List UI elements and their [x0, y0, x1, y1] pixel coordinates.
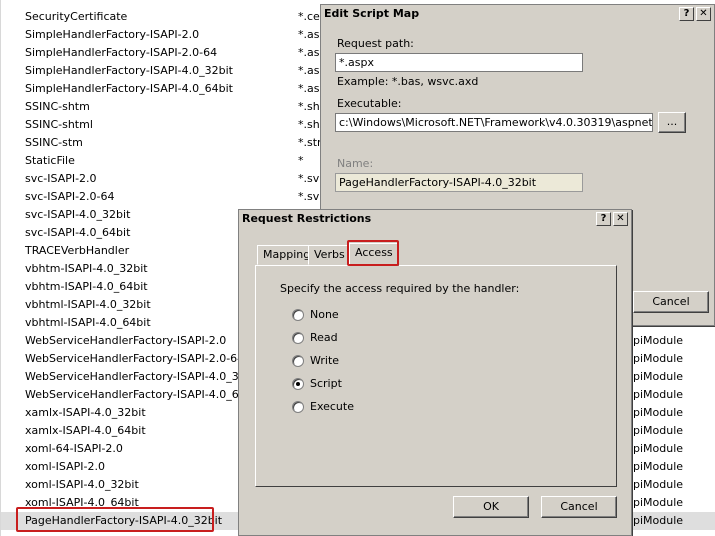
list-item-module: piModule [633, 370, 684, 383]
name-label: Name: [337, 157, 374, 170]
list-item-path: *.as [298, 82, 320, 95]
list-item-module: piModule [633, 406, 684, 419]
list-item-name: SimpleHandlerFactory-ISAPI-4.0_32bit [25, 64, 233, 77]
list-item-path: *.sh [298, 118, 320, 131]
request-path-input[interactable]: *.aspx [335, 53, 583, 72]
list-item-name: xamlx-ISAPI-4.0_32bit [25, 406, 146, 419]
list-item-name: svc-ISAPI-4.0_64bit [25, 226, 131, 239]
cancel-button[interactable]: Cancel [633, 291, 709, 313]
list-item-path: *.as [298, 46, 320, 59]
radio-none-label: None [310, 308, 339, 321]
list-item-module: piModule [633, 442, 684, 455]
help-button[interactable]: ? [679, 7, 694, 21]
request-restrictions-dialog: Request Restrictions ? ✕ Specify the acc… [238, 209, 632, 536]
radio-read-label: Read [310, 331, 338, 344]
list-item-path: *.sh [298, 100, 320, 113]
request-restrictions-titlebar: Request Restrictions ? ✕ [239, 210, 631, 228]
dialog-title: Request Restrictions [242, 212, 372, 225]
access-prompt: Specify the access required by the handl… [280, 282, 520, 295]
list-item-name: WebServiceHandlerFactory-ISAPI-2.0-64 [25, 352, 245, 365]
list-item-name: xoml-ISAPI-4.0_32bit [25, 478, 139, 491]
list-item-name: SimpleHandlerFactory-ISAPI-2.0 [25, 28, 200, 41]
list-item-name: vbhtm-ISAPI-4.0_32bit [25, 262, 148, 275]
list-item-path: *.as [298, 64, 320, 77]
selected-item-highlight [16, 507, 214, 532]
list-item-module: piModule [633, 352, 684, 365]
list-item-name: WebServiceHandlerFactory-ISAPI-4.0_64bit [25, 388, 261, 401]
executable-label: Executable: [337, 97, 402, 110]
radio-write-button[interactable] [292, 355, 304, 367]
edit-script-map-titlebar: Edit Script Map ? ✕ [321, 5, 714, 23]
radio-read-button[interactable] [292, 332, 304, 344]
list-item-module: piModule [633, 334, 684, 347]
list-item-name: SecurityCertificate [25, 10, 128, 23]
cancel-button[interactable]: Cancel [541, 496, 617, 518]
list-item-module: piModule [633, 478, 684, 491]
request-path-label: Request path: [337, 37, 414, 50]
list-item-name: TRACEVerbHandler [25, 244, 130, 257]
list-item-name: SimpleHandlerFactory-ISAPI-4.0_64bit [25, 82, 233, 95]
list-item-name: WebServiceHandlerFactory-ISAPI-4.0_32bit [25, 370, 261, 383]
list-item-name: vbhtml-ISAPI-4.0_64bit [25, 316, 151, 329]
list-item-name: WebServiceHandlerFactory-ISAPI-2.0 [25, 334, 227, 347]
list-item-name: xamlx-ISAPI-4.0_64bit [25, 424, 146, 437]
radio-script-label: Script [310, 377, 342, 390]
radio-write-label: Write [310, 354, 340, 367]
list-item-path: * [298, 154, 304, 167]
list-item-module: piModule [633, 460, 684, 473]
list-item-name: svc-ISAPI-2.0 [25, 172, 97, 185]
list-item-module: piModule [633, 424, 684, 437]
access-tab-panel: Specify the access required by the handl… [255, 265, 617, 487]
list-item-path: *.str [298, 136, 322, 149]
list-item-path: *.sv [298, 190, 320, 203]
close-button[interactable]: ✕ [613, 212, 628, 226]
example-text: Example: *.bas, wsvc.axd [337, 75, 479, 88]
radio-execute-label: Execute [310, 400, 354, 413]
name-input[interactable]: PageHandlerFactory-ISAPI-4.0_32bit [335, 173, 583, 192]
browse-button[interactable]: ... [658, 112, 686, 133]
list-item-path: *.sv [298, 172, 320, 185]
dialog-title: Edit Script Map [324, 7, 420, 20]
list-item-name: SimpleHandlerFactory-ISAPI-2.0-64 [25, 46, 218, 59]
radio-execute-button[interactable] [292, 401, 304, 413]
list-item-name: xoml-64-ISAPI-2.0 [25, 442, 123, 455]
list-item-module: piModule [633, 496, 684, 509]
access-tab-highlight [347, 240, 399, 266]
radio-script-button[interactable] [292, 378, 304, 390]
help-button[interactable]: ? [596, 212, 611, 226]
list-item-name: svc-ISAPI-2.0-64 [25, 190, 115, 203]
list-item-name: StaticFile [25, 154, 75, 167]
close-button[interactable]: ✕ [696, 7, 711, 21]
radio-none-button[interactable] [292, 309, 304, 321]
list-item-module: piModule [633, 388, 684, 401]
list-item-path: *.ce [298, 10, 320, 23]
list-item-name: vbhtm-ISAPI-4.0_64bit [25, 280, 148, 293]
ok-button[interactable]: OK [453, 496, 529, 518]
list-item-name: SSINC-stm [25, 136, 83, 149]
list-item-path: *.as [298, 28, 320, 41]
tab-verbs[interactable]: Verbs [308, 245, 351, 265]
list-item-name: SSINC-shtm [25, 100, 90, 113]
list-item-module: piModule [633, 514, 684, 527]
executable-input[interactable]: c:\Windows\Microsoft.NET\Framework\v4.0.… [335, 113, 653, 132]
list-item-name: SSINC-shtml [25, 118, 93, 131]
list-item-name: svc-ISAPI-4.0_32bit [25, 208, 131, 221]
list-item-name: vbhtml-ISAPI-4.0_32bit [25, 298, 151, 311]
list-item-name: xoml-ISAPI-2.0 [25, 460, 105, 473]
